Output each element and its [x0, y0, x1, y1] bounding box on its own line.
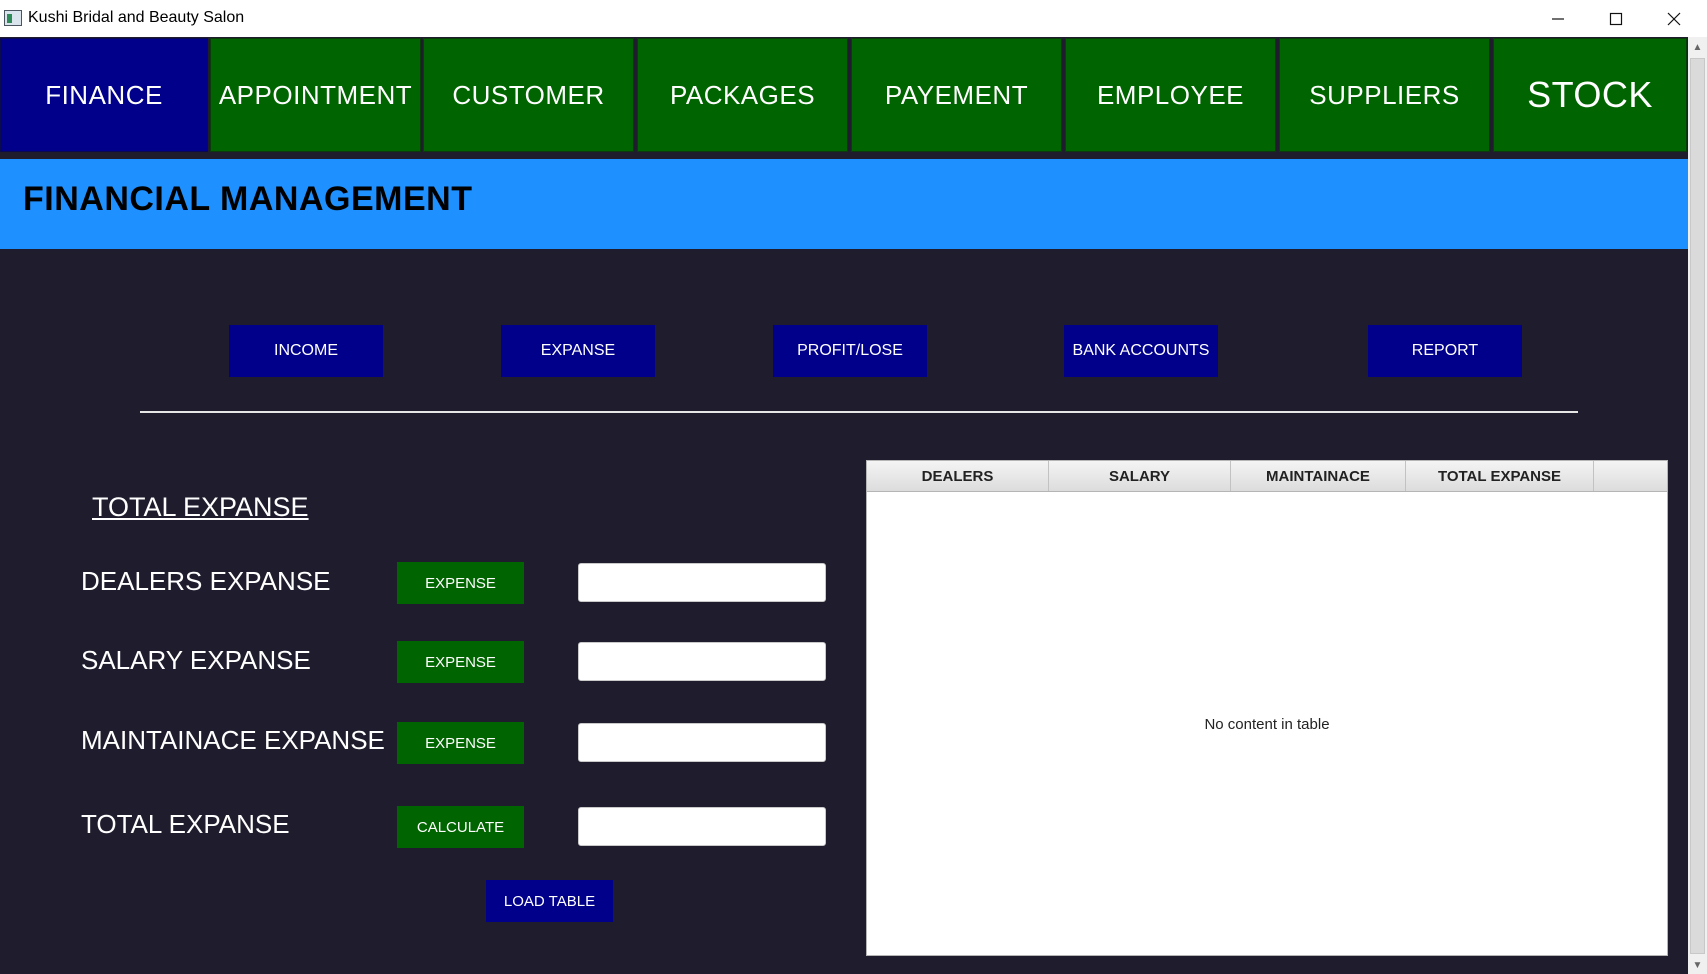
salary-expense-button[interactable]: EXPENSE: [397, 641, 524, 683]
table-empty-message: No content in table: [1204, 716, 1330, 733]
maintainace-expanse-label: MAINTAINACE EXPANSE: [81, 725, 385, 755]
load-table-button[interactable]: LOAD TABLE: [486, 880, 613, 922]
close-icon[interactable]: [1645, 0, 1703, 37]
nav-packages[interactable]: PACKAGES: [637, 38, 848, 152]
scroll-up-arrow-icon[interactable]: ▲: [1688, 38, 1707, 56]
main-nav: FINANCE APPOINTMENT CUSTOMER PACKAGES PA…: [0, 37, 1688, 156]
section-title: TOTAL EXPANSE: [92, 492, 309, 522]
column-header-total-expanse[interactable]: TOTAL EXPANSE: [1406, 461, 1594, 491]
scroll-down-arrow-icon[interactable]: ▼: [1688, 956, 1707, 974]
column-header-maintainace[interactable]: MAINTAINACE: [1231, 461, 1406, 491]
report-button[interactable]: REPORT: [1368, 325, 1522, 377]
dealers-expanse-label: DEALERS EXPANSE: [81, 566, 331, 596]
nav-appointment[interactable]: APPOINTMENT: [210, 38, 421, 152]
window-title-bar: [0, 0, 1707, 37]
scroll-thumb[interactable]: [1690, 58, 1705, 954]
table-header: DEALERS SALARY MAINTAINACE TOTAL EXPANSE: [867, 461, 1667, 492]
nav-stock[interactable]: STOCK: [1493, 38, 1687, 152]
nav-employee[interactable]: EMPLOYEE: [1065, 38, 1276, 152]
salary-expanse-field[interactable]: [578, 642, 826, 681]
column-header-filler: [1594, 461, 1667, 491]
column-header-dealers[interactable]: DEALERS: [867, 461, 1049, 491]
income-button[interactable]: INCOME: [229, 325, 383, 377]
nav-payement[interactable]: PAYEMENT: [851, 38, 1062, 152]
dealers-expense-button[interactable]: EXPENSE: [397, 562, 524, 604]
profit-lose-button[interactable]: PROFIT/LOSE: [773, 325, 927, 377]
dealers-expanse-field[interactable]: [578, 563, 826, 602]
nav-customer[interactable]: CUSTOMER: [423, 38, 634, 152]
window-title: Kushi Bridal and Beauty Salon: [28, 9, 245, 26]
app-icon: [4, 10, 22, 26]
salary-expanse-label: SALARY EXPANSE: [81, 645, 311, 675]
minimize-icon[interactable]: [1529, 0, 1587, 37]
total-expanse-field[interactable]: [578, 807, 826, 846]
section-divider: [140, 411, 1578, 413]
bank-accounts-button[interactable]: BANK ACCOUNTS: [1064, 325, 1218, 377]
nav-suppliers[interactable]: SUPPLIERS: [1279, 38, 1490, 152]
expanse-button[interactable]: EXPANSE: [501, 325, 655, 377]
maintainace-expanse-field[interactable]: [578, 723, 826, 762]
maximize-icon[interactable]: [1587, 0, 1645, 37]
nav-finance[interactable]: FINANCE: [0, 38, 208, 152]
expanse-table[interactable]: DEALERS SALARY MAINTAINACE TOTAL EXPANSE…: [866, 460, 1668, 956]
total-expanse-label: TOTAL EXPANSE: [81, 809, 290, 839]
page-title: FINANCIAL MANAGEMENT: [23, 180, 473, 218]
maintainace-expense-button[interactable]: EXPENSE: [397, 722, 524, 764]
calculate-button[interactable]: CALCULATE: [397, 806, 524, 848]
column-header-salary[interactable]: SALARY: [1049, 461, 1231, 491]
